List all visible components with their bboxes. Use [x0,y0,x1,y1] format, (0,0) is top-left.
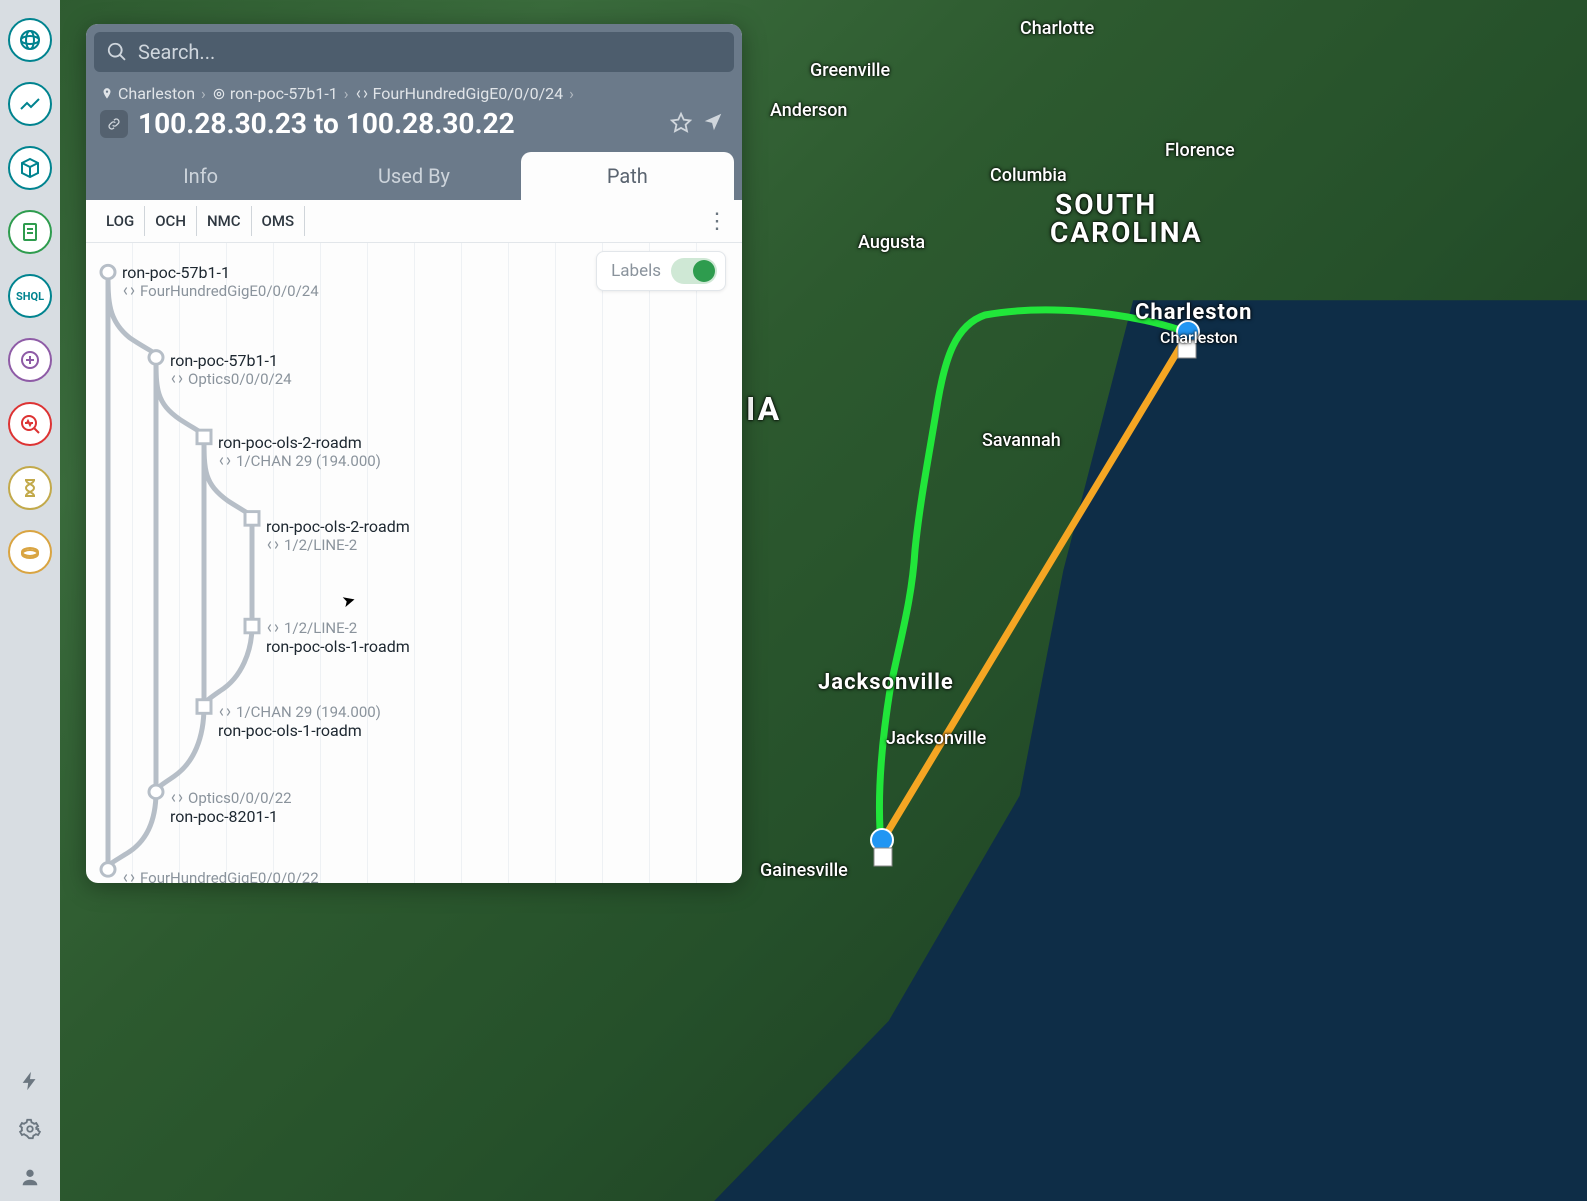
more-icon[interactable]: ⋮ [702,209,732,234]
detail-panel: Charleston › ron-poc-57b1-1 › FourHundre… [86,24,742,883]
cursor-icon: ➤ [340,590,358,612]
map-label-jacksonville-small: Jacksonville [886,728,986,749]
subtabs: LOG OCH NMC OMS ⋮ [86,200,742,243]
sidebar-pulse-search-icon[interactable] [8,402,52,446]
port-icon [266,621,280,635]
path-node-6[interactable]: ron-poc-8201-1 Optics0/0/0/22 [170,789,292,826]
subtab-oms[interactable]: OMS [252,206,306,236]
tab-used-by[interactable]: Used By [307,152,520,200]
pin-icon [100,87,114,101]
labels-toggle: Labels [596,251,726,291]
sidebar-hourglass-icon[interactable] [8,466,52,510]
path-body: Labels [86,243,742,883]
tab-path[interactable]: Path [521,152,734,200]
port-icon [218,454,232,468]
map-label-greenville: Greenville [810,60,890,81]
search-bar[interactable] [94,32,734,72]
map-label-charleston-small: Charleston [1160,328,1238,347]
port-icon [170,791,184,805]
labels-toggle-text: Labels [611,261,661,281]
sidebar-add-icon[interactable] [8,338,52,382]
crumb-device-text: ron-poc-57b1-1 [230,84,338,103]
locate-icon[interactable] [702,111,724,137]
page-title: 100.28.30.23 to 100.28.30.22 [138,107,660,140]
crumb-location[interactable]: Charleston [100,84,195,103]
panel-header: Charleston › ron-poc-57b1-1 › FourHundre… [86,24,742,200]
map-label-sc2: CAROLINA [1050,218,1203,249]
port-icon [122,284,136,298]
subtab-och[interactable]: OCH [145,206,197,236]
path-node-7[interactable]: ron-poc-8201-1 FourHundredGigE0/0/0/22 [122,869,319,883]
map-label-savannah: Savannah [982,430,1061,451]
sidebar-chart-icon[interactable] [8,82,52,126]
path-node-2[interactable]: ron-poc-ols-2-roadm 1/CHAN 29 (194.000) [218,433,381,470]
port-icon [355,87,369,101]
sidebar-user-icon[interactable] [12,1159,48,1195]
search-input[interactable] [138,40,722,64]
subtab-nmc[interactable]: NMC [197,206,252,236]
device-icon [212,87,226,101]
map-label-florence: Florence [1165,140,1235,161]
search-icon [106,41,128,63]
link-icon [100,110,128,138]
sidebar-doc-icon[interactable] [8,210,52,254]
chevron-right-icon: › [344,84,349,103]
crumb-location-text: Charleston [118,84,195,103]
path-node-4[interactable]: ron-poc-ols-1-roadm 1/2/LINE-2 [266,619,410,656]
crumb-port[interactable]: FourHundredGigE0/0/0/24 [355,84,564,103]
port-icon [266,538,280,552]
crumb-device[interactable]: ron-poc-57b1-1 [212,84,338,103]
chevron-right-icon: › [201,84,206,103]
crumb-port-text: FourHundredGigE0/0/0/24 [373,84,564,103]
map-label-columbia: Columbia [990,165,1067,186]
title-row: 100.28.30.23 to 100.28.30.22 [94,105,734,152]
port-icon [218,705,232,719]
path-tree-svg [86,243,742,883]
map-label-gainesville: Gainesville [760,860,848,881]
port-icon [170,372,184,386]
map-label-augusta: Augusta [858,232,925,253]
map-label-ia-partial: IA [746,390,781,428]
sidebar-bolt-icon[interactable] [12,1063,48,1099]
sidebar-settings-icon[interactable] [12,1111,48,1147]
tab-info[interactable]: Info [94,152,307,200]
sidebar: SHQL [0,0,60,1201]
subtab-log[interactable]: LOG [96,206,145,236]
sidebar-globe-icon[interactable] [8,18,52,62]
sidebar-router-icon[interactable] [8,530,52,574]
path-node-5[interactable]: ron-poc-ols-1-roadm 1/CHAN 29 (194.000) [218,703,381,740]
breadcrumb: Charleston › ron-poc-57b1-1 › FourHundre… [94,80,734,105]
sidebar-shql-icon[interactable]: SHQL [8,274,52,318]
port-icon [122,871,136,883]
chevron-right-icon: › [569,84,574,103]
sidebar-cube-icon[interactable] [8,146,52,190]
map-label-jacksonville-big: Jacksonville [818,670,954,695]
path-node-0[interactable]: ron-poc-57b1-1 FourHundredGigE0/0/0/24 [122,263,319,300]
map-label-charlotte: Charlotte [1020,18,1094,39]
star-icon[interactable] [670,111,692,137]
map-label-charleston-big: Charleston [1135,300,1252,325]
map-label-anderson: Anderson [770,100,847,121]
path-node-1[interactable]: ron-poc-57b1-1 Optics0/0/0/24 [170,351,292,388]
labels-switch[interactable] [671,258,717,284]
tabs: Info Used By Path [94,152,734,200]
path-node-3[interactable]: ron-poc-ols-2-roadm 1/2/LINE-2 [266,517,410,554]
